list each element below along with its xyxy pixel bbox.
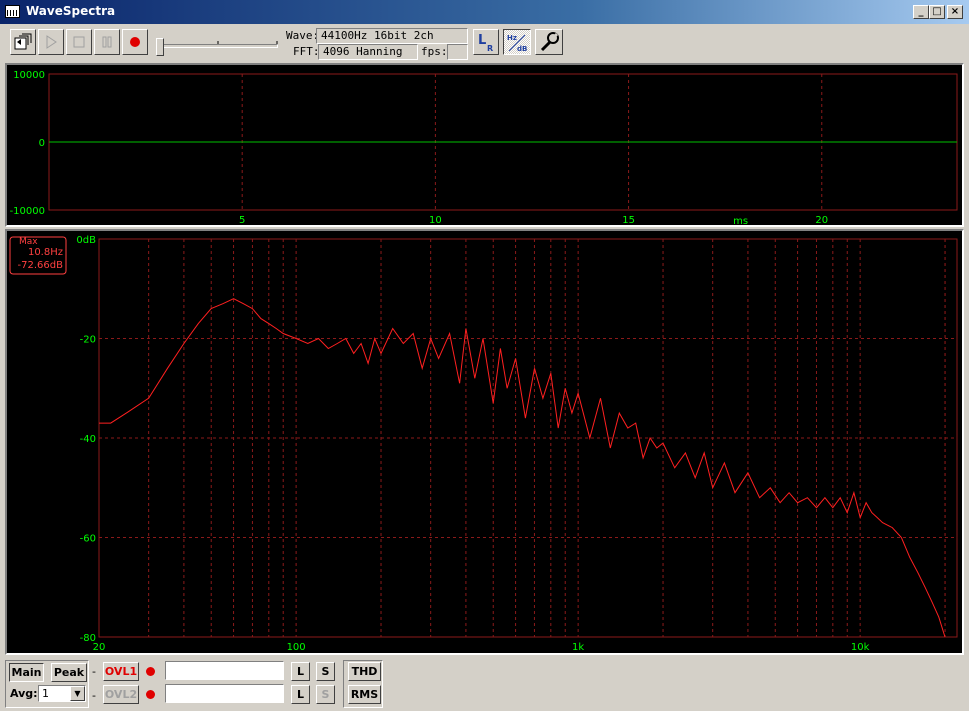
peak-button[interactable]: Peak [51,663,87,682]
chevron-down-icon[interactable]: ▼ [70,686,85,701]
ovl1-dash: - [92,665,96,678]
window-title: WaveSpectra [26,4,116,18]
play-button[interactable] [38,29,64,55]
lr-icon: L R [478,33,493,53]
waveform-panel: 10000 0 -10000 5 10 15 20 ms [5,63,964,227]
y-tick-label: 10000 [13,70,45,81]
fft-label: FFT: [293,45,320,58]
thd-button[interactable]: THD [348,662,381,681]
y-tick-label: -40 [80,434,96,445]
main-button[interactable]: Main [9,663,44,682]
rms-button[interactable]: RMS [348,685,381,704]
avg-label: Avg: [10,687,38,700]
ovl1-load-button[interactable]: L [291,662,310,681]
ovl2-record-icon[interactable] [143,687,158,702]
close-button[interactable]: × [947,5,963,19]
x-tick-label: 100 [287,642,306,653]
x-tick-label: 5 [239,215,245,225]
y-tick-label: 0 [39,138,45,149]
fps-label: fps: [421,45,448,58]
waveform-chart: 10000 0 -10000 5 10 15 20 ms [10,70,958,225]
title-bar: WaveSpectra _ □ × [0,0,969,24]
ovl2-dash: - [92,689,96,702]
hz-db-icon: Hz dB [507,34,527,53]
spectrum-trace [99,298,946,638]
max-label: Max [19,237,38,247]
bottom-controls: Main Peak Avg: 1 ▼ - OVL1 L S - OVL2 L S… [0,656,969,711]
hz-db-scale-button[interactable]: Hz dB [503,29,531,55]
x-unit-label: ms [733,216,748,225]
maximize-button[interactable]: □ [929,5,945,19]
stop-button[interactable] [66,29,92,55]
y-tick-label: -60 [80,534,96,545]
db-text: dB [517,45,527,53]
ovl1-button[interactable]: OVL1 [103,662,139,681]
app-icon[interactable] [5,5,20,18]
lr-r-text: R [487,44,493,53]
x-tick-label: 20 [93,642,106,653]
x-tick-label: 10 [429,215,442,225]
y-tick-label: -20 [80,335,96,346]
wrench-icon [540,32,559,52]
ovl2-save-button[interactable]: S [316,685,335,704]
spectrum-panel: 0dB -20 -40 -60 -80 20 100 1k 10k Max 10.8Hz -72.66… [5,229,964,655]
ovl1-record-icon[interactable] [143,664,158,679]
max-level: -72.66dB [18,260,64,271]
ovl1-field[interactable] [165,661,284,680]
playback-slider-track[interactable] [158,44,278,48]
record-button[interactable] [122,29,148,55]
fps-display [447,44,468,60]
x-tick-label: 10k [851,642,870,653]
lr-l-text: L [478,33,486,48]
playback-slider-thumb[interactable] [156,38,164,56]
ovl1-save-button[interactable]: S [316,662,335,681]
avg-select-value: 1 [42,687,49,700]
hz-text: Hz [507,34,517,42]
wave-format-display: 44100Hz 16bit 2ch [316,28,468,44]
play-icon [46,35,57,49]
max-frequency: 10.8Hz [28,247,63,258]
y-tick-label: 0dB [76,235,96,246]
open-file-button[interactable] [10,29,36,55]
avg-select[interactable]: 1 ▼ [38,685,86,702]
minimize-button[interactable]: _ [913,5,929,19]
spectrum-chart: 0dB-20-40-60-8020 100 1k 10kMax10.8Hz-72.66… [9,235,958,653]
ovl2-field[interactable] [165,684,284,703]
x-tick-label: 15 [622,215,635,225]
ovl2-load-button[interactable]: L [291,685,310,704]
wave-label: Wave: [286,29,320,42]
folder-open-icon [14,33,32,50]
x-tick-label: 20 [815,215,828,225]
ovl2-button[interactable]: OVL2 [103,685,139,704]
stop-icon [73,36,85,48]
x-tick-label: 1k [572,642,584,653]
y-tick-label: -10000 [10,206,45,217]
fft-setting-display: 4096 Hanning [318,44,418,60]
settings-button[interactable] [535,29,563,55]
pause-button[interactable] [94,29,120,55]
record-icon [130,37,140,47]
pause-icon [102,36,112,48]
channel-lr-button[interactable]: L R [473,29,499,55]
